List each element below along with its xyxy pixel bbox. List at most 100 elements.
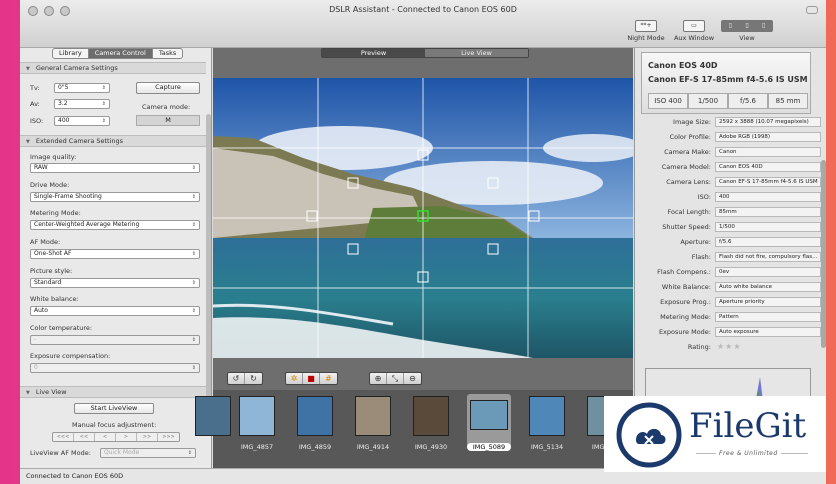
start-liveview-button[interactable]: Start LiveView bbox=[74, 403, 154, 414]
sidebar-scrollbar[interactable] bbox=[206, 114, 211, 414]
focus-near-1-button[interactable]: > bbox=[116, 433, 137, 441]
night-mode-button[interactable]: **+ Night Mode bbox=[624, 20, 668, 42]
camera-mode-value: M bbox=[136, 115, 200, 126]
exif-row: Flash: Flash did not fire, compulsory fla… bbox=[635, 251, 821, 263]
tab-tasks[interactable]: Tasks bbox=[153, 49, 182, 58]
exif-key: Camera Model: bbox=[661, 163, 711, 171]
exif-row: Camera Lens: Canon EF-S 17-85mm f4-5.6 IS… bbox=[635, 176, 821, 188]
view-label: View bbox=[739, 34, 755, 42]
focus-far-2-button[interactable]: << bbox=[74, 433, 95, 441]
thumb-caption: IMG_5134 bbox=[530, 443, 564, 451]
tab-live-view[interactable]: Live View bbox=[425, 49, 528, 57]
liveview-af-mode-label: LiveView AF Mode: bbox=[30, 449, 91, 457]
stepper-icon: ⇕ bbox=[191, 251, 196, 257]
filmstrip-thumb[interactable]: IMG_5134 bbox=[525, 394, 569, 451]
filmstrip-thumb[interactable]: IMG_4859 bbox=[293, 394, 337, 451]
extended-settings-header[interactable]: ▼ Extended Camera Settings bbox=[20, 135, 206, 147]
histogram-overlay-icon[interactable]: ■ bbox=[303, 373, 320, 384]
titlebar: DSLR Assistant - Connected to Canon EOS … bbox=[20, 0, 826, 48]
shutter-chip: 1/500 bbox=[688, 93, 728, 109]
grid-overlay-icon[interactable]: # bbox=[320, 373, 337, 384]
focus-far-1-button[interactable]: < bbox=[95, 433, 116, 441]
color-temperature-select[interactable]: - ⇕ bbox=[30, 335, 200, 345]
focus-buttons: <<< << < > >> >>> bbox=[52, 432, 180, 442]
view-button[interactable]: ▯ ▯ ▯ View bbox=[720, 20, 774, 42]
liveview-af-mode-select[interactable]: Quick Mode ⇕ bbox=[100, 448, 196, 458]
toolbar-toggle-button[interactable] bbox=[806, 6, 818, 14]
zoom-fit-icon[interactable]: ⤡ bbox=[387, 373, 404, 384]
focus-grid-overlay bbox=[213, 78, 633, 358]
filmstrip-thumb[interactable]: IMG_4930 bbox=[409, 394, 453, 451]
exif-row: Camera Make: Canon bbox=[635, 146, 821, 158]
exif-key: Image Size: bbox=[673, 118, 711, 126]
focus-points-icon[interactable]: ✲ bbox=[286, 373, 303, 384]
lens-name: Canon EF-S 17-85mm f4-5.6 IS USM bbox=[648, 75, 808, 84]
focus-far-3-button[interactable]: <<< bbox=[53, 433, 74, 441]
exif-value: 1/500 bbox=[715, 222, 821, 232]
tab-preview[interactable]: Preview bbox=[322, 49, 425, 57]
camera-control-sidebar: Library Camera Control Tasks ▼ General Ca… bbox=[20, 48, 212, 470]
exif-key: Focal Length: bbox=[667, 208, 711, 216]
exif-value: Flash did not fire, compulsory flas... bbox=[715, 252, 821, 262]
exif-key: Exposure Mode: bbox=[658, 328, 711, 336]
general-settings-header[interactable]: ▼ General Camera Settings bbox=[20, 62, 206, 74]
rating-stars[interactable]: ★★★ bbox=[717, 341, 742, 353]
capture-button[interactable]: Capture bbox=[136, 82, 200, 94]
zoom-out-icon[interactable]: ⊖ bbox=[404, 373, 421, 384]
window-title: DSLR Assistant - Connected to Canon EOS … bbox=[329, 5, 517, 14]
white-balance-select[interactable]: Auto ⇕ bbox=[30, 306, 200, 316]
tab-camera-control[interactable]: Camera Control bbox=[88, 49, 153, 58]
disclosure-triangle-icon: ▼ bbox=[26, 139, 30, 145]
drive-mode-value: Single-Frame Shooting bbox=[34, 193, 102, 200]
metering-mode-select[interactable]: Center-Weighted Average Metering ⇕ bbox=[30, 220, 200, 230]
exif-row: Metering Mode: Pattern bbox=[635, 311, 821, 323]
stepper-icon: ⇕ bbox=[191, 308, 196, 314]
exif-row: Exposure Prog.: Aperture priority bbox=[635, 296, 821, 308]
exif-row: Camera Model: Canon EOS 40D bbox=[635, 161, 821, 173]
tv-select[interactable]: 0"5 ⇕ bbox=[54, 83, 110, 93]
picture-style-label: Picture style: bbox=[30, 267, 73, 275]
filmstrip-thumb[interactable]: IMG_4914 bbox=[351, 394, 395, 451]
focus-near-3-button[interactable]: >>> bbox=[158, 433, 179, 441]
exif-value: 2592 x 3888 (10.07 megapixels) bbox=[715, 117, 821, 127]
filmstrip: IMG_4857 IMG_4859 IMG_4914 IMG_4930 IMG_… bbox=[195, 390, 633, 468]
drive-mode-select[interactable]: Single-Frame Shooting ⇕ bbox=[30, 192, 200, 202]
exif-key: Metering Mode: bbox=[660, 313, 711, 321]
filmstrip-thumb-selected[interactable]: IMG_5089 bbox=[467, 394, 511, 451]
view-layout-icon: ▯ ▯ ▯ bbox=[721, 20, 773, 32]
exif-value: 85mm bbox=[715, 207, 821, 217]
aux-window-button[interactable]: ▭ Aux Window bbox=[672, 20, 716, 42]
iso-select[interactable]: 400 ⇕ bbox=[54, 116, 110, 126]
stepper-icon: ⇕ bbox=[191, 280, 196, 286]
preview-tabs: Preview Live View bbox=[321, 48, 529, 58]
stepper-icon: ⇕ bbox=[187, 450, 192, 456]
exif-key: Flash: bbox=[691, 253, 711, 261]
exposure-comp-select[interactable]: 0 ⇕ bbox=[30, 363, 200, 373]
av-select[interactable]: 3.2 ⇕ bbox=[54, 99, 110, 109]
picture-style-select[interactable]: Standard ⇕ bbox=[30, 278, 200, 288]
filmstrip-thumb[interactable]: IMG_4857 bbox=[235, 394, 279, 451]
exif-row: Color Profile: Adobe RGB (1998) bbox=[635, 131, 821, 143]
zoom-in-icon[interactable]: ⊕ bbox=[370, 373, 387, 384]
rotate-right-icon[interactable]: ↻ bbox=[245, 373, 262, 384]
tab-library[interactable]: Library bbox=[53, 49, 89, 58]
aux-window-icon: ▭ bbox=[683, 20, 705, 32]
af-mode-select[interactable]: One-Shot AF ⇕ bbox=[30, 249, 200, 259]
focus-near-2-button[interactable]: >> bbox=[137, 433, 158, 441]
filegit-tagline: Free & Unlimited bbox=[716, 450, 781, 457]
image-quality-select[interactable]: RAW ⇕ bbox=[30, 163, 200, 173]
preview-photo[interactable] bbox=[213, 78, 633, 358]
thumb-image bbox=[413, 396, 449, 436]
iso-chip: ISO 400 bbox=[648, 93, 688, 109]
rotate-left-icon[interactable]: ↺ bbox=[228, 373, 245, 384]
exif-value: Canon EOS 40D bbox=[715, 162, 821, 172]
filegit-watermark: FileGit Free & Unlimited bbox=[604, 396, 826, 472]
exif-row: White Balance: Auto white balance bbox=[635, 281, 821, 293]
tv-label: Tv: bbox=[30, 84, 40, 92]
live-view-header[interactable]: ▼ Live View bbox=[20, 386, 206, 398]
filmstrip-thumb-partial[interactable] bbox=[191, 394, 235, 448]
exif-value: 400 bbox=[715, 192, 821, 202]
stepper-icon: ⇕ bbox=[191, 337, 196, 343]
info-scrollbar[interactable] bbox=[821, 160, 826, 348]
thumb-image bbox=[529, 396, 565, 436]
